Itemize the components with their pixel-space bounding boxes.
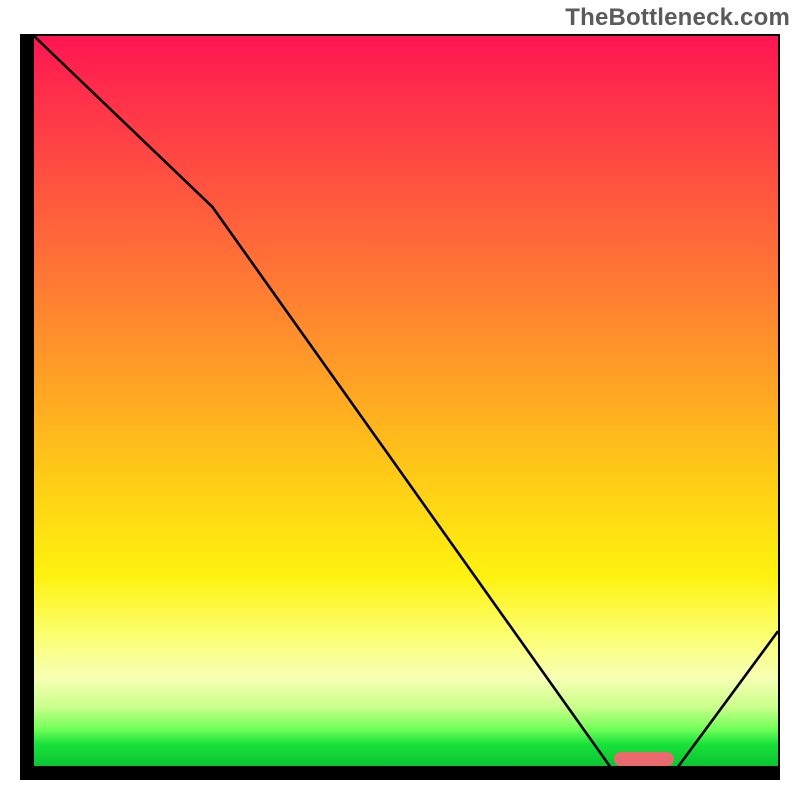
optimal-range-marker <box>614 752 674 766</box>
chart-root: TheBottleneck.com <box>0 0 800 800</box>
watermark-text: TheBottleneck.com <box>565 4 790 32</box>
bottleneck-curve <box>34 36 778 780</box>
plot-area <box>20 34 780 780</box>
